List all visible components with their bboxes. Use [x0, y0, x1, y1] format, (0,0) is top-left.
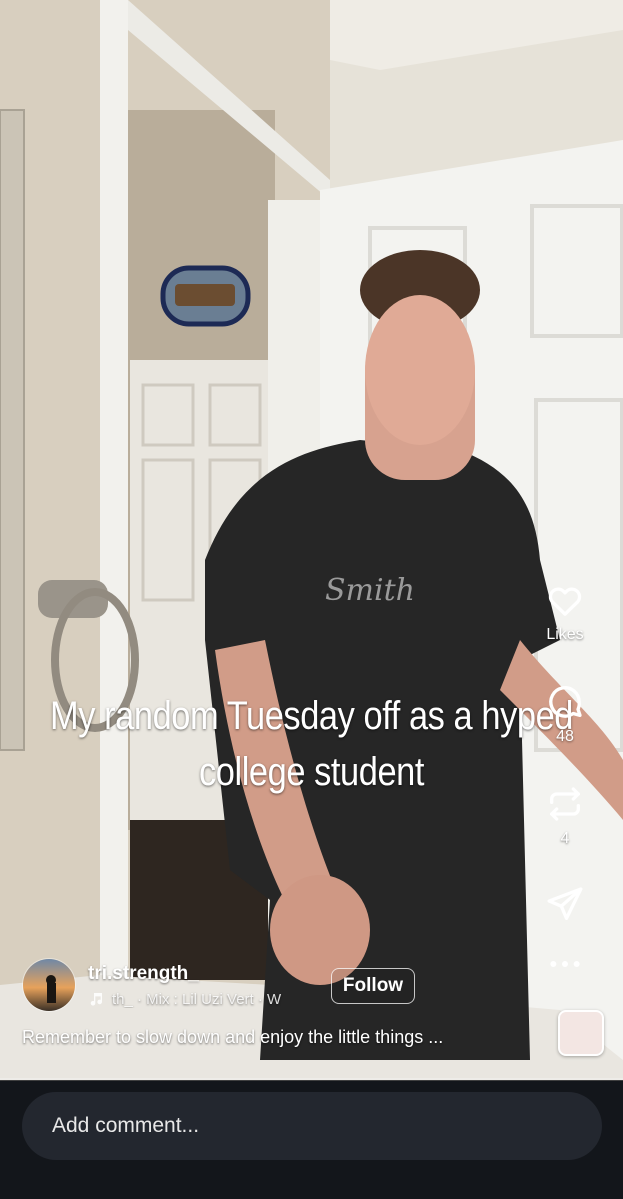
audio-thumbnail[interactable]	[558, 1010, 604, 1056]
like-button[interactable]: Likes	[545, 580, 585, 644]
comment-bar: Add comment...	[0, 1081, 623, 1199]
video-caption-overlay: My random Tuesday off as a hyped college…	[44, 688, 580, 800]
repost-icon	[550, 787, 580, 821]
caption-line-2: college student	[199, 750, 424, 794]
avatar[interactable]	[22, 958, 76, 1012]
reposts-count: 4	[560, 830, 570, 847]
send-icon	[547, 887, 583, 920]
comments-count: 48	[556, 728, 574, 745]
video-player[interactable]: Smith My random Tuesday off as a hyped c…	[0, 0, 623, 1080]
more-options-button[interactable]	[545, 944, 585, 984]
heart-icon	[548, 587, 582, 616]
post-description[interactable]: Remember to slow down and enjoy the litt…	[22, 1027, 443, 1048]
repost-button[interactable]: 4	[545, 784, 585, 848]
follow-button[interactable]: Follow	[331, 968, 415, 1004]
comment-bubble-icon	[549, 686, 582, 718]
audio-text: th_ · Mix : Lil Uzi Vert · W	[112, 990, 282, 1008]
author-handle[interactable]: tri.strength_	[88, 963, 318, 985]
add-comment-input[interactable]: Add comment...	[22, 1092, 602, 1160]
share-button[interactable]	[545, 884, 585, 924]
audio-info[interactable]: th_ · Mix : Lil Uzi Vert · W	[88, 991, 318, 1008]
caption-line-1: My random Tuesday off as a hyped	[50, 694, 573, 738]
more-dots-icon	[550, 961, 580, 967]
author-row: tri.strength_ th_ · Mix : Lil Uzi Vert ·…	[22, 958, 318, 1012]
action-rail: Likes 48 4	[525, 580, 605, 984]
music-note-icon	[90, 993, 103, 1006]
svg-text:Smith: Smith	[325, 573, 415, 608]
likes-label: Likes	[546, 626, 584, 643]
comment-button[interactable]: 48	[545, 682, 585, 746]
